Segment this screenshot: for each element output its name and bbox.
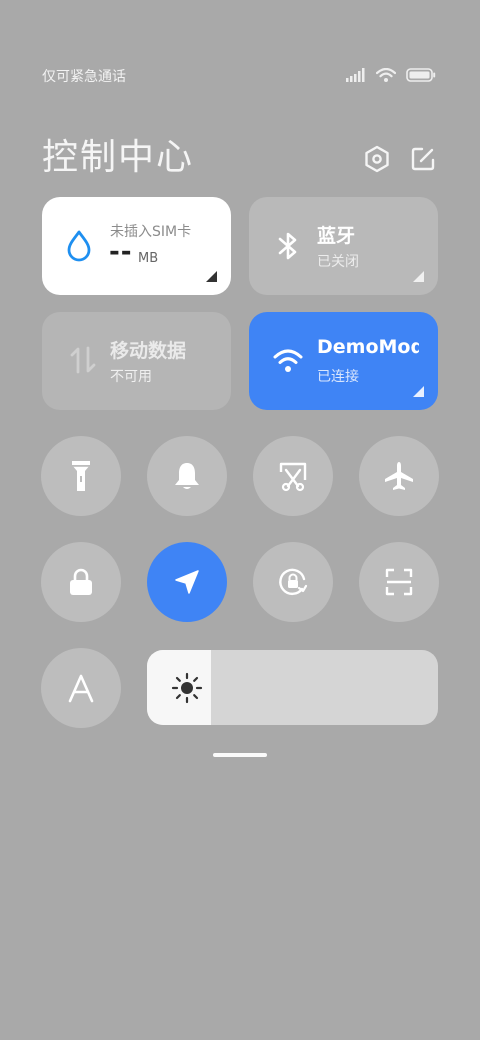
location-arrow-icon: [175, 570, 199, 594]
settings-button[interactable]: [362, 144, 392, 174]
bluetooth-icon: [271, 229, 305, 263]
mute-toggle[interactable]: [147, 436, 227, 516]
signal-icon: [346, 68, 365, 82]
battery-icon: [406, 68, 436, 82]
data-usage-tile[interactable]: 未插入SIM卡 -- MB: [42, 197, 231, 295]
edit-button[interactable]: [408, 144, 438, 174]
expand-corner-icon: [413, 386, 424, 397]
data-transfer-icon: [66, 343, 100, 377]
bell-icon: [175, 463, 199, 489]
wifi-network-name: DemoMod: [317, 336, 419, 358]
font-a-icon: [68, 674, 94, 703]
scissors-screenshot-icon: [279, 462, 307, 492]
lock-icon: [70, 568, 92, 595]
brightness-slider[interactable]: [147, 650, 438, 725]
location-toggle[interactable]: [147, 542, 227, 622]
font-size-toggle[interactable]: [41, 648, 121, 728]
expand-corner-icon: [206, 271, 217, 282]
edit-icon: [411, 147, 435, 171]
airplane-icon: [385, 462, 413, 490]
sun-icon: [171, 672, 203, 704]
carrier-text: 仅可紧急通话: [42, 69, 126, 85]
hexagon-settings-icon: [365, 145, 389, 173]
scanner-toggle[interactable]: [359, 542, 439, 622]
data-usage-value: --: [109, 237, 133, 267]
screenshot-toggle[interactable]: [253, 436, 333, 516]
mobile-data-tile[interactable]: 移动数据 不可用: [42, 312, 231, 410]
data-usage-unit: MB: [138, 251, 159, 266]
page-title: 控制中心: [42, 137, 195, 178]
flashlight-toggle[interactable]: [41, 436, 121, 516]
auto-rotate-toggle[interactable]: [253, 542, 333, 622]
flashlight-icon: [72, 461, 90, 491]
drag-handle[interactable]: [213, 753, 267, 757]
lock-screen-toggle[interactable]: [41, 542, 121, 622]
airplane-mode-toggle[interactable]: [359, 436, 439, 516]
mobile-data-status: 不可用: [110, 369, 152, 385]
bluetooth-tile[interactable]: 蓝牙 已关闭: [249, 197, 438, 295]
wifi-status: 已连接: [317, 369, 359, 385]
status-bar: 仅可紧急通话: [42, 64, 436, 88]
scan-icon: [385, 568, 413, 596]
wifi-icon: [376, 68, 396, 82]
wifi-tile[interactable]: DemoMod 已连接: [249, 312, 438, 410]
status-icons: [346, 68, 436, 82]
water-drop-icon: [62, 229, 96, 263]
expand-corner-icon: [413, 271, 424, 282]
wifi-icon: [271, 344, 305, 378]
bluetooth-status: 已关闭: [317, 254, 359, 270]
rotation-lock-icon: [279, 568, 308, 596]
bluetooth-title: 蓝牙: [317, 225, 356, 247]
mobile-data-title: 移动数据: [110, 340, 187, 362]
